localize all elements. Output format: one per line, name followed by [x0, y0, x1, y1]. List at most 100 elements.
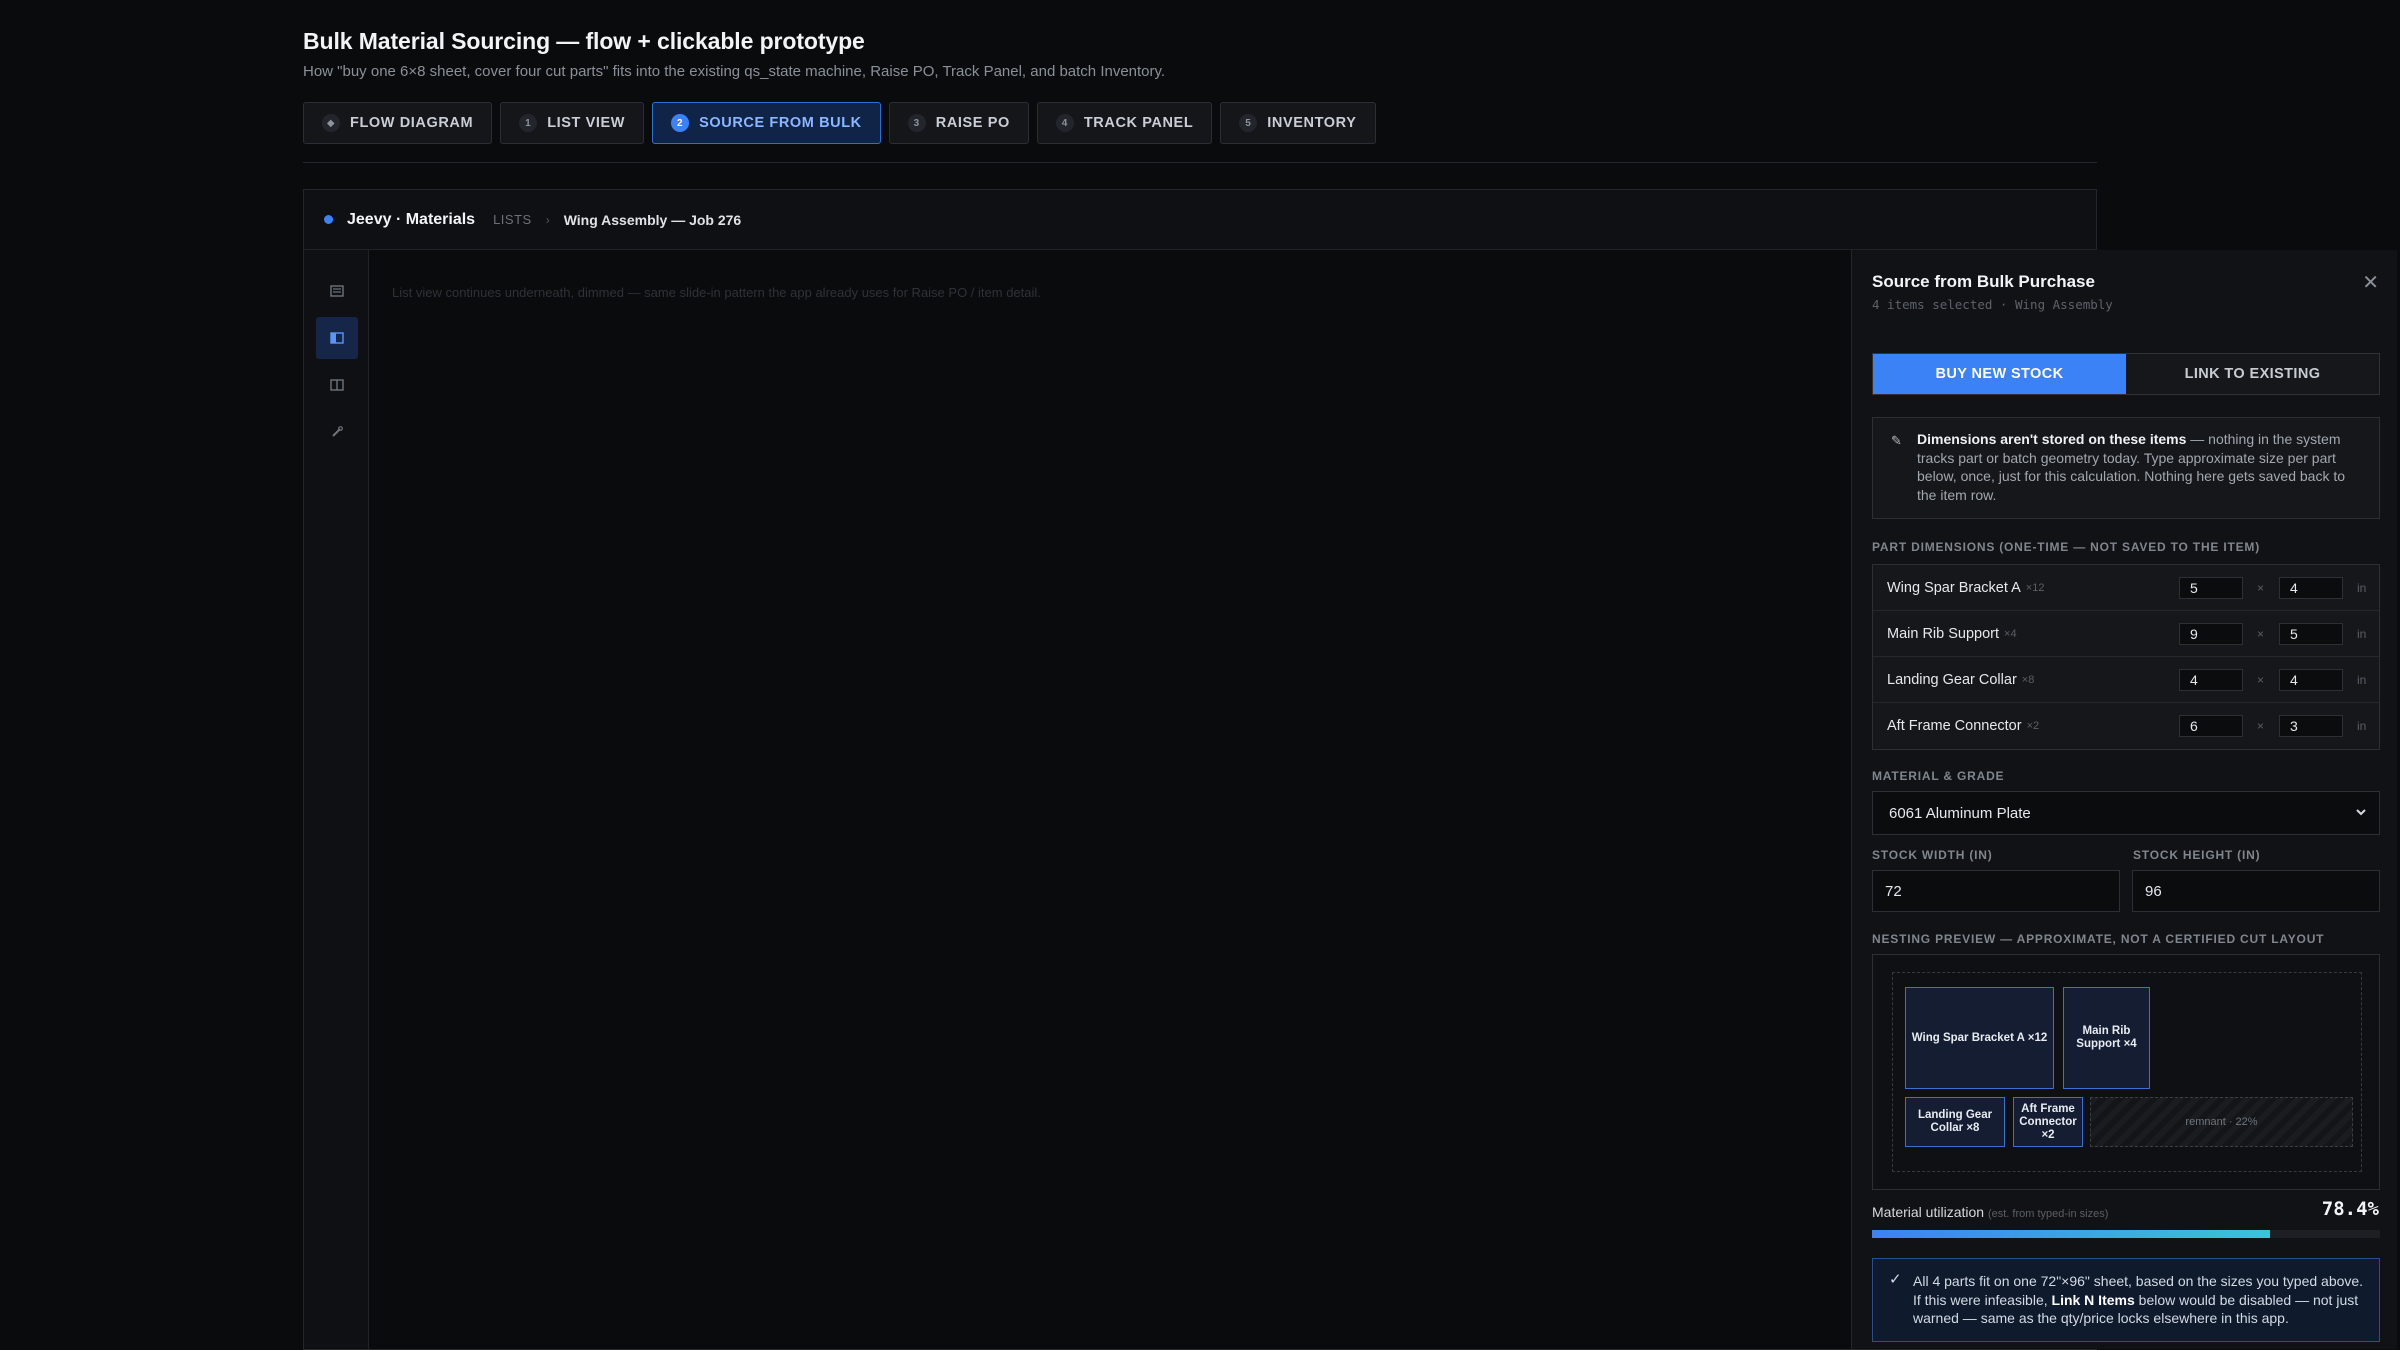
breadcrumb-lists[interactable]: LISTS — [493, 212, 532, 227]
tab-label: LIST VIEW — [547, 115, 626, 131]
panel-title: Source from Bulk Purchase — [1872, 272, 2095, 291]
step-number: 1 — [519, 114, 538, 132]
times-sign: × — [2257, 672, 2265, 687]
brand-dot-icon — [324, 215, 333, 224]
buy-new-stock-button[interactable]: BUY NEW STOCK — [1873, 354, 2126, 394]
part-qty: ×4 — [2004, 627, 2017, 640]
list-item: Aft Frame Connector ×2 × in — [1873, 703, 2379, 749]
times-sign: × — [2257, 719, 2265, 733]
material-select[interactable]: 6061 Aluminum Plate — [1872, 791, 2380, 835]
part-width-input[interactable] — [2179, 715, 2243, 737]
pencil-icon: ✎ — [1891, 433, 1902, 448]
app-frame: Jeevy · Materials LISTS › Wing Assembly … — [303, 189, 2397, 1350]
diamond-icon: ◆ — [322, 114, 340, 132]
panel-header: Source from Bulk Purchase 4 items select… — [1872, 272, 2380, 312]
close-icon[interactable]: ✕ — [2362, 270, 2379, 295]
part-dimensions-label: PART DIMENSIONS (ONE-TIME — NOT SAVED TO… — [1872, 540, 2261, 554]
dimensions-note: ✎ Dimensions aren't stored on these item… — [1872, 417, 2380, 519]
step-number: 2 — [671, 114, 690, 132]
breadcrumb-current: Wing Assembly — Job 276 — [563, 211, 742, 228]
material-grade-label: MATERIAL & GRADE — [1872, 769, 2005, 783]
unit-label: in — [2357, 719, 2367, 733]
utilization-label: Material utilization (est. from typed-in… — [1872, 1204, 2108, 1220]
part-width-input[interactable] — [2179, 668, 2243, 691]
part-name: Main Rib Support — [1887, 625, 2000, 642]
header-divider — [303, 162, 2097, 163]
part-dimensions-table: Wing Spar Bracket A ×12 × in Main Rib Su… — [1872, 564, 2380, 750]
part-name: Aft Frame Connector — [1887, 718, 2022, 734]
part-qty: ×12 — [2025, 581, 2045, 594]
list-item: Wing Spar Bracket A ×12 × in — [1873, 565, 2379, 611]
list-view-dimmed: List view continues underneath, dimmed —… — [369, 250, 1851, 1349]
step-number: 5 — [1239, 114, 1258, 132]
stock-height-input[interactable] — [2132, 870, 2380, 912]
panel-icon[interactable] — [316, 317, 358, 359]
part-qty: ×2 — [2026, 720, 2040, 732]
chevron-down-icon — [2355, 805, 2367, 821]
part-height-input[interactable] — [2279, 715, 2343, 737]
nest-part-wing-spar: Wing Spar Bracket A ×12 — [1905, 987, 2054, 1089]
tab-list-view[interactable]: 1 LIST VIEW — [500, 102, 645, 144]
tab-label: INVENTORY — [1267, 115, 1357, 131]
stock-width-input[interactable] — [1872, 870, 2120, 912]
tab-track-panel[interactable]: 4 TRACK PANEL — [1036, 102, 1213, 144]
check-icon: ✓ — [1889, 1271, 1902, 1288]
list-item: Landing Gear Collar ×8 × in — [1873, 657, 2379, 703]
step-number: 4 — [1055, 114, 1074, 132]
nesting-preview-label: NESTING PREVIEW — APPROXIMATE, NOT A CER… — [1872, 932, 2325, 946]
unit-label: in — [2357, 672, 2367, 687]
ok-bold: Link N Items — [2051, 1291, 2135, 1308]
times-sign: × — [2257, 626, 2265, 641]
part-width-input[interactable] — [2179, 622, 2243, 645]
tab-inventory[interactable]: 5 INVENTORY — [1220, 102, 1376, 144]
nesting-preview: Wing Spar Bracket A ×12 Main Rib Support… — [1872, 954, 2380, 1190]
feasibility-message: ✓ All 4 parts fit on one 72"×96" sheet, … — [1872, 1258, 2380, 1342]
list-item: Main Rib Support ×4 × in — [1873, 611, 2379, 657]
utilization-bar-fill — [1872, 1230, 2271, 1238]
brand-name: Jeevy · Materials — [347, 210, 476, 228]
part-name: Landing Gear Collar — [1887, 671, 2017, 688]
columns-icon[interactable] — [316, 364, 358, 406]
mode-toggle: BUY NEW STOCK LINK TO EXISTING — [1872, 353, 2380, 395]
tab-raise-po[interactable]: 3 RAISE PO — [888, 102, 1029, 144]
part-height-input[interactable] — [2279, 668, 2343, 691]
panel-meta: 4 items selected · Wing Assembly — [1872, 297, 2113, 312]
note-bold: Dimensions aren't stored on these items — [1917, 431, 2187, 447]
unit-label: in — [2357, 626, 2367, 641]
part-height-input[interactable] — [2279, 576, 2343, 599]
list-view-note: List view continues underneath, dimmed —… — [392, 285, 1041, 300]
utilization-text: Material utilization — [1872, 1204, 1985, 1220]
tab-label: RAISE PO — [935, 115, 1010, 131]
material-value: 6061 Aluminum Plate — [1889, 804, 2031, 822]
tab-label: FLOW DIAGRAM — [350, 115, 474, 131]
wrench-icon[interactable] — [316, 411, 358, 453]
page-subtitle: How "buy one 6×8 sheet, cover four cut p… — [303, 63, 1166, 80]
nest-part-aft-frame: Aft Frame Connector ×2 — [2013, 1097, 2083, 1147]
part-qty: ×8 — [2021, 673, 2035, 686]
tab-label: SOURCE FROM BULK — [699, 115, 862, 131]
times-sign: × — [2257, 580, 2265, 595]
part-name: Wing Spar Bracket A — [1887, 579, 2021, 596]
source-from-bulk-panel: Source from Bulk Purchase 4 items select… — [1851, 250, 2397, 1349]
utilization-sub: (est. from typed-in sizes) — [1987, 1208, 2109, 1220]
step-number: 3 — [907, 114, 926, 132]
nest-part-landing-gear: Landing Gear Collar ×8 — [1905, 1097, 2005, 1147]
unit-label: in — [2357, 580, 2367, 595]
stock-sheet: Wing Spar Bracket A ×12 Main Rib Support… — [1892, 972, 2362, 1172]
utilization-value: 78.4% — [2321, 1198, 2379, 1220]
app-topbar: Jeevy · Materials LISTS › Wing Assembly … — [304, 190, 2096, 250]
tab-flow-diagram[interactable]: ◆ FLOW DIAGRAM — [303, 102, 493, 144]
prototype-tabs: ◆ FLOW DIAGRAM 1 LIST VIEW 2 SOURCE FROM… — [303, 102, 1376, 144]
page-header: Bulk Material Sourcing — flow + clickabl… — [303, 28, 2097, 80]
icon-rail — [304, 250, 369, 1349]
stock-height-label: STOCK HEIGHT (IN) — [2133, 848, 2261, 862]
breadcrumb-separator: › — [545, 212, 550, 227]
list-icon[interactable] — [316, 270, 358, 312]
tab-label: TRACK PANEL — [1083, 115, 1194, 131]
link-to-existing-button[interactable]: LINK TO EXISTING — [2126, 354, 2379, 394]
part-width-input[interactable] — [2179, 576, 2243, 599]
remnant-area: remnant · 22% — [2090, 1097, 2353, 1147]
tab-source-from-bulk[interactable]: 2 SOURCE FROM BULK — [652, 102, 881, 144]
nest-part-main-rib: Main Rib Support ×4 — [2063, 987, 2150, 1089]
part-height-input[interactable] — [2279, 622, 2343, 645]
